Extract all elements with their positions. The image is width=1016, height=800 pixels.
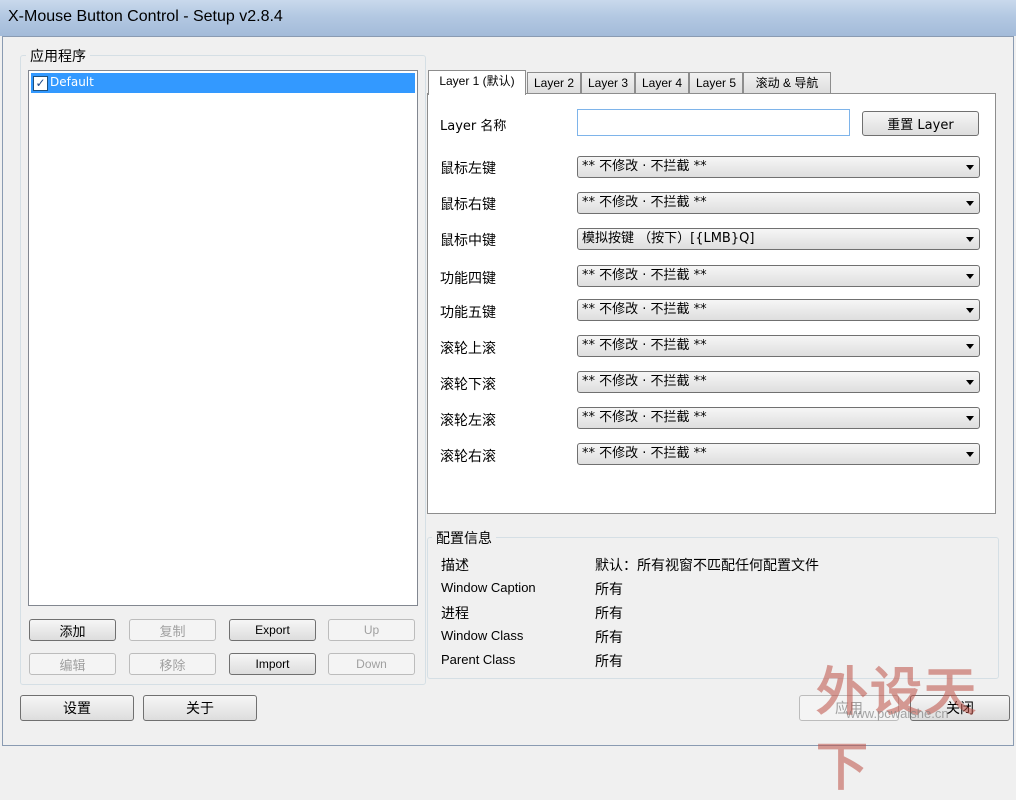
select-value: ** 不修改 · 不拦截 ** <box>582 268 707 283</box>
select-value: ** 不修改 · 不拦截 ** <box>582 410 707 425</box>
watermark-url: www.pcwaishe.cn <box>846 706 949 721</box>
chevron-down-icon <box>966 308 974 313</box>
tab-layer-2[interactable]: Layer 2 <box>527 72 581 94</box>
export-button[interactable]: Export <box>229 619 316 641</box>
chevron-down-icon <box>966 274 974 279</box>
info-label-process: 进程 <box>441 606 469 622</box>
chevron-down-icon <box>966 416 974 421</box>
row-label-right-button: 鼠标右键 <box>440 197 496 213</box>
select-value: 模拟按键 （按下）[{LMB}Q] <box>582 231 755 246</box>
chevron-down-icon <box>966 344 974 349</box>
tab-layer-5[interactable]: Layer 5 <box>689 72 743 94</box>
tab-layer-4[interactable]: Layer 4 <box>635 72 689 94</box>
select-value: ** 不修改 · 不拦截 ** <box>582 338 707 353</box>
up-button[interactable]: Up <box>328 619 415 641</box>
row-label-button-5: 功能五键 <box>440 305 496 321</box>
row-label-wheel-down: 滚轮下滚 <box>440 377 496 393</box>
chevron-down-icon <box>966 201 974 206</box>
row-label-wheel-right: 滚轮右滚 <box>440 449 496 465</box>
middle-button-select[interactable]: 模拟按键 （按下）[{LMB}Q] <box>577 228 980 250</box>
info-value-description: 默认：所有视窗不匹配任何配置文件 <box>595 558 819 574</box>
info-value-window-class: 所有 <box>595 630 623 646</box>
apps-list[interactable]: ✓ Default <box>28 70 418 606</box>
info-value-window-caption: 所有 <box>595 582 623 598</box>
chevron-down-icon <box>966 237 974 242</box>
title-bar: X-Mouse Button Control - Setup v2.8.4 <box>0 0 1016 36</box>
info-label-parent-class: Parent Class <box>441 652 516 667</box>
apps-group-label: 应用程序 <box>26 46 90 66</box>
tab-layer-3[interactable]: Layer 3 <box>581 72 635 94</box>
button-4-select[interactable]: ** 不修改 · 不拦截 ** <box>577 265 980 287</box>
add-button[interactable]: 添加 <box>29 619 116 641</box>
window-title: X-Mouse Button Control - Setup v2.8.4 <box>8 8 283 25</box>
import-button[interactable]: Import <box>229 653 316 675</box>
select-value: ** 不修改 · 不拦截 ** <box>582 195 707 210</box>
tab-scroll-nav[interactable]: 滚动 & 导航 <box>743 72 831 94</box>
wheel-right-select[interactable]: ** 不修改 · 不拦截 ** <box>577 443 980 465</box>
button-5-select[interactable]: ** 不修改 · 不拦截 ** <box>577 299 980 321</box>
about-button[interactable]: 关于 <box>143 695 257 721</box>
info-label-window-class: Window Class <box>441 628 524 643</box>
select-value: ** 不修改 · 不拦截 ** <box>582 302 707 317</box>
reset-layer-button[interactable]: 重置 Layer <box>862 111 979 136</box>
select-value: ** 不修改 · 不拦截 ** <box>582 159 707 174</box>
chevron-down-icon <box>966 452 974 457</box>
info-label-window-caption: Window Caption <box>441 580 536 595</box>
list-item-label: Default <box>50 75 94 89</box>
config-info-label: 配置信息 <box>432 528 496 548</box>
row-label-wheel-left: 滚轮左滚 <box>440 413 496 429</box>
chevron-down-icon <box>966 165 974 170</box>
settings-button[interactable]: 设置 <box>20 695 134 721</box>
layer-name-label: Layer 名称 <box>440 119 507 134</box>
select-value: ** 不修改 · 不拦截 ** <box>582 446 707 461</box>
row-label-wheel-up: 滚轮上滚 <box>440 341 496 357</box>
checkbox[interactable]: ✓ <box>33 76 48 91</box>
info-value-process: 所有 <box>595 606 623 622</box>
wheel-up-select[interactable]: ** 不修改 · 不拦截 ** <box>577 335 980 357</box>
right-button-select[interactable]: ** 不修改 · 不拦截 ** <box>577 192 980 214</box>
wheel-left-select[interactable]: ** 不修改 · 不拦截 ** <box>577 407 980 429</box>
info-value-parent-class: 所有 <box>595 654 623 670</box>
info-label-description: 描述 <box>441 558 469 574</box>
wheel-down-select[interactable]: ** 不修改 · 不拦截 ** <box>577 371 980 393</box>
row-label-button-4: 功能四键 <box>440 271 496 287</box>
row-label-left-button: 鼠标左键 <box>440 161 496 177</box>
left-button-select[interactable]: ** 不修改 · 不拦截 ** <box>577 156 980 178</box>
list-item[interactable]: ✓ Default <box>31 73 415 93</box>
edit-button[interactable]: 编辑 <box>29 653 116 675</box>
tab-layer-1[interactable]: Layer 1 (默认) <box>428 70 526 95</box>
copy-button[interactable]: 复制 <box>129 619 216 641</box>
down-button[interactable]: Down <box>328 653 415 675</box>
remove-button[interactable]: 移除 <box>129 653 216 675</box>
chevron-down-icon <box>966 380 974 385</box>
layer-name-input[interactable] <box>577 109 850 136</box>
row-label-middle-button: 鼠标中键 <box>440 233 496 249</box>
watermark-logo: 外设天下 <box>816 663 979 798</box>
select-value: ** 不修改 · 不拦截 ** <box>582 374 707 389</box>
